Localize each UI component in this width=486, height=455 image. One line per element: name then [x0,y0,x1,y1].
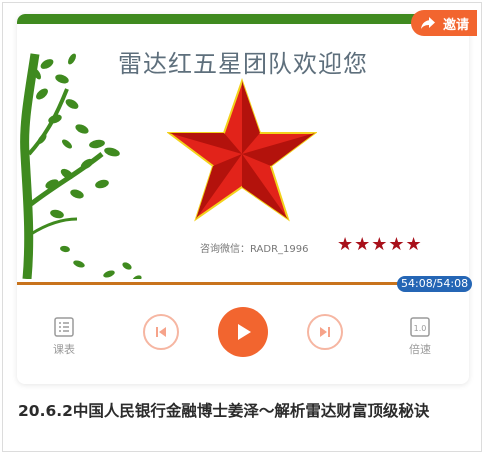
invite-button[interactable]: 邀请 [411,10,477,36]
time-indicator[interactable]: 54:08/54:08 [397,276,473,292]
invite-label: 邀请 [443,17,470,33]
cover-title: 雷达红五星团队欢迎您 [118,50,368,78]
speed-icon: 1.0 [410,317,430,337]
playlist-icon [54,317,74,337]
speed-button[interactable]: 1.0 倍速 [409,316,431,357]
share-icon [421,17,435,29]
playback-controls: 课表 1.0 倍速 [17,296,469,376]
contact-wechat-text: 咨询微信：RADR_1996 [200,244,309,255]
red-star-icon [167,77,317,222]
cover-top-bar [17,14,469,24]
rating-stars: ★★★★★ [337,234,423,255]
speed-value: 1.0 [414,324,427,333]
play-button[interactable] [218,307,268,357]
next-button[interactable] [307,314,343,350]
next-icon [307,314,343,350]
previous-button[interactable] [143,314,179,350]
cover-image: 雷达红五星团队欢迎您 咨询微信：RADR_1996 ★★★★★ [17,14,469,282]
previous-icon [143,314,179,350]
play-icon [218,307,268,357]
playlist-label: 课表 [53,343,75,356]
speed-label: 倍速 [409,343,431,356]
playlist-button[interactable]: 课表 [53,316,75,357]
episode-title: 20.6.2中国人民银行金融博士姜泽～解析雷达财富顶级秘诀 [18,402,430,420]
